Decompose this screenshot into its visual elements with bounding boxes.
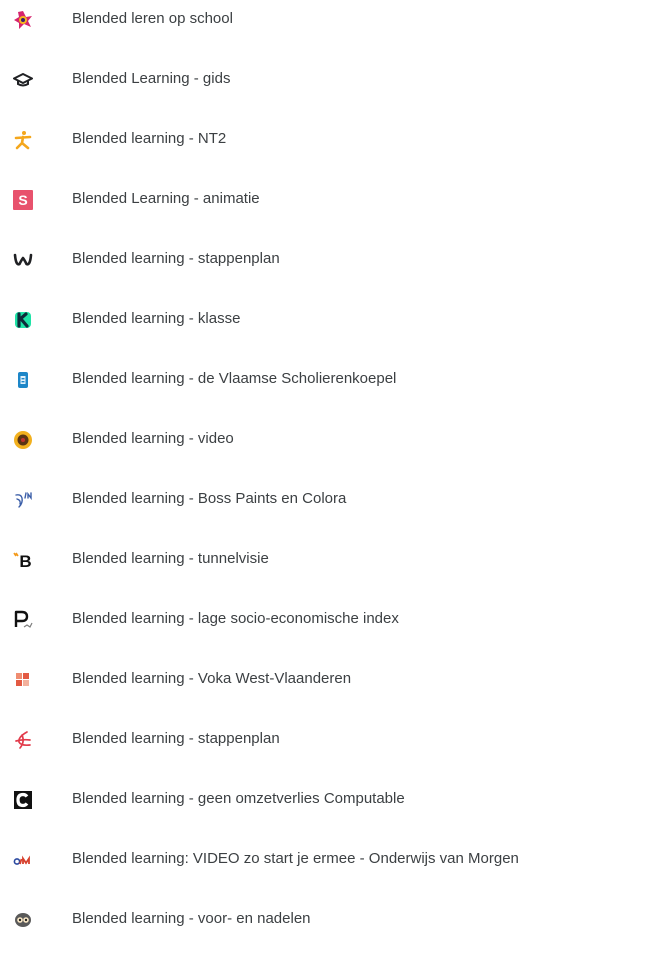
link-label: Blended learning - Boss Paints en Colora <box>72 490 347 507</box>
link-item[interactable]: Blended learning: VIDEO zo start je erme… <box>0 840 666 900</box>
sunflower-icon <box>13 430 33 450</box>
link-label: Blended learning - voor- en nadelen <box>72 910 311 927</box>
link-label: Blended learning - de Vlaamse Scholieren… <box>72 370 397 387</box>
c-logo-icon <box>13 790 33 810</box>
p-logo-icon <box>13 610 33 630</box>
k-logo-icon <box>13 310 33 330</box>
blue-document-icon <box>13 370 33 390</box>
link-label: Blended learning - tunnelvisie <box>72 550 269 567</box>
link-label: Blended learning - klasse <box>72 310 241 327</box>
link-item[interactable]: Blended learning - geen omzetverlies Com… <box>0 780 666 840</box>
link-item[interactable]: Blended learning - video <box>0 420 666 480</box>
link-label: Blended Learning - animatie <box>72 190 260 207</box>
s-logo-icon: S <box>13 190 33 210</box>
link-label: Blended learning - Voka West-Vlaanderen <box>72 670 352 687</box>
vw-logo-icon <box>13 670 33 690</box>
w-logo-icon <box>13 250 33 270</box>
link-label: Blended learning - video <box>72 430 234 447</box>
link-label: Blended learning: VIDEO zo start je erme… <box>72 850 519 867</box>
link-label: Blended learning - stappenplan <box>72 250 280 267</box>
link-item[interactable]: Blended learning - klasse <box>0 300 666 360</box>
link-item[interactable]: Blended learning - lage socio-economisch… <box>0 600 666 660</box>
link-item[interactable]: Blended learning - Voka West-Vlaanderen <box>0 660 666 720</box>
red-swirl-icon <box>13 730 33 750</box>
running-figure-icon <box>13 130 33 150</box>
link-item[interactable]: Blended learning - de Vlaamse Scholieren… <box>0 360 666 420</box>
link-item[interactable]: Blended learning - stappenplan <box>0 720 666 780</box>
svg-text:S: S <box>18 192 27 208</box>
link-label: Blended learning - geen omzetverlies Com… <box>72 790 405 807</box>
link-label: Blended Learning - gids <box>72 70 231 87</box>
link-item[interactable]: Blended learning - Boss Paints en Colora <box>0 480 666 540</box>
link-item[interactable]: Blended learning - voor- en nadelen <box>0 900 666 960</box>
bird-logo-icon <box>13 490 33 510</box>
link-label: Blended leren op school <box>72 10 233 27</box>
ovm-logo-icon <box>13 850 33 870</box>
b-logo-icon: B <box>13 550 33 570</box>
link-item[interactable]: Blended learning - NT2 <box>0 120 666 180</box>
owl-icon <box>13 910 33 930</box>
link-item[interactable]: Blended learning - stappenplan <box>0 240 666 300</box>
link-item[interactable]: Blended Learning - gids <box>0 60 666 120</box>
link-item[interactable]: Blended leren op school <box>0 0 666 60</box>
link-item[interactable]: B Blended learning - tunnelvisie <box>0 540 666 600</box>
link-label: Blended learning - stappenplan <box>72 730 280 747</box>
link-item[interactable]: S Blended Learning - animatie <box>0 180 666 240</box>
colorful-flower-icon <box>13 10 33 30</box>
svg-text:B: B <box>19 552 31 570</box>
graduation-cap-icon <box>13 70 33 90</box>
link-label: Blended learning - NT2 <box>72 130 227 147</box>
link-label: Blended learning - lage socio-economisch… <box>72 610 399 627</box>
